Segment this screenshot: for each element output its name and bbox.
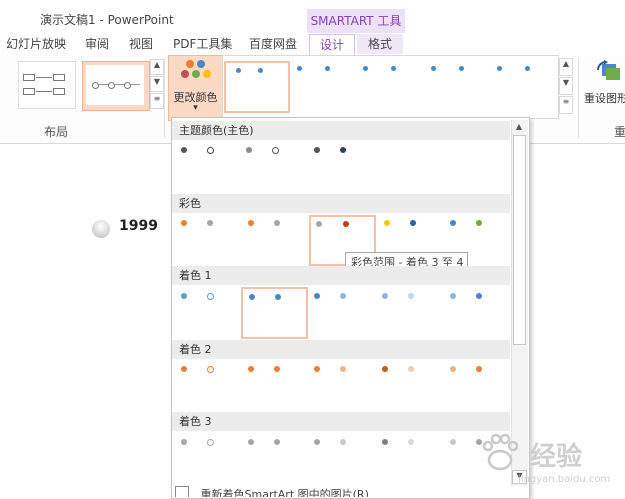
layout-option-2-selected[interactable] [82,61,150,111]
recolor-pictures-menu-item[interactable]: 重新着色SmartArt 图中的图片(R) [172,486,510,497]
reset-group-label: 重 [614,125,625,139]
reset-graphic-button[interactable]: 重设图形 [584,60,625,108]
color-option-primary-1[interactable] [175,142,240,192]
color-option-accent3-2[interactable] [242,434,307,482]
reset-graphic-icon [597,60,620,80]
layout-scroll-up[interactable]: ▲ [150,59,164,75]
timeline-year-label[interactable]: 1999 [119,218,158,234]
tab-view[interactable]: 视图 [129,34,153,54]
window-title: 演示文稿1 - PowerPoint [40,13,174,27]
style-option-3[interactable] [360,62,416,106]
group-divider [578,58,579,138]
color-option-accent3-4[interactable] [376,434,441,482]
tab-baidu-netdisk[interactable]: 百度网盘 [249,34,297,54]
color-option-accent2-3[interactable] [308,361,373,409]
timeline-node-circle[interactable] [92,220,110,238]
color-option-accent3-3[interactable] [308,434,373,482]
layout-more[interactable]: ≡ [150,93,164,109]
layout-group-label: 布局 [44,125,69,139]
style-option-selected[interactable] [224,61,290,113]
section-header-accent-2: 着色 2 [172,340,510,359]
tab-review[interactable]: 审阅 [85,34,109,54]
tab-slideshow[interactable]: 幻灯片放映 [6,34,66,54]
style-option-5[interactable] [494,62,550,106]
color-option-primary-2[interactable] [240,142,305,192]
section-header-accent-1: 着色 1 [172,266,510,285]
color-option-accent1-5[interactable] [444,288,509,336]
color-option-primary-3[interactable] [308,142,373,192]
style-scroll-down[interactable]: ▼ [559,77,573,95]
color-option-colorful-2[interactable] [242,215,307,263]
color-option-accent2-5[interactable] [444,361,509,409]
baidu-jingyan-watermark: 经验 jingyan.baidu.com [478,430,623,492]
tab-pdf-tools[interactable]: PDF工具集 [173,34,232,54]
watermark-url: jingyan.baidu.com [518,474,611,485]
layout-scroll-down[interactable]: ▼ [150,76,164,92]
layout-option-1[interactable] [18,61,76,109]
recolor-pictures-label: 重新着色SmartArt 图中的图片(R) [200,488,369,497]
section-header-theme-primary: 主题颜色(主色) [172,121,510,140]
color-option-accent1-3[interactable] [308,288,373,336]
section-header-colorful: 彩色 [172,194,510,213]
tab-format[interactable]: 格式 [357,34,403,54]
group-divider [164,58,165,138]
color-option-accent2-4[interactable] [376,361,441,409]
color-option-accent1-1[interactable] [175,288,240,336]
change-colors-button[interactable]: 更改颜色 ▾ [168,55,223,121]
smartart-tools-label: SMARTART 工具 [310,14,402,28]
color-option-accent2-1[interactable] [175,361,240,409]
section-header-accent-3: 着色 3 [172,412,510,431]
style-option-2[interactable] [294,62,350,106]
scroll-up-arrow-icon[interactable]: ▲ [513,122,525,132]
color-option-accent1-2-selected[interactable] [241,287,308,339]
color-option-colorful-1[interactable] [175,215,240,263]
chevron-down-icon: ▾ [193,103,198,113]
paw-logo-icon [482,433,519,471]
scrollbar-thumb[interactable] [513,135,526,345]
watermark-text: 经验 [530,442,583,472]
tab-design[interactable]: 设计 [309,34,355,55]
style-more[interactable]: ≡ [559,96,573,114]
color-option-accent3-1[interactable] [175,434,240,482]
picture-icon [175,486,189,497]
style-option-4[interactable] [428,62,484,106]
color-option-accent2-2[interactable] [242,361,307,409]
color-option-accent1-4[interactable] [376,288,441,336]
reset-graphic-label: 重设图形 [584,92,625,105]
style-scroll-up[interactable]: ▲ [559,58,573,76]
